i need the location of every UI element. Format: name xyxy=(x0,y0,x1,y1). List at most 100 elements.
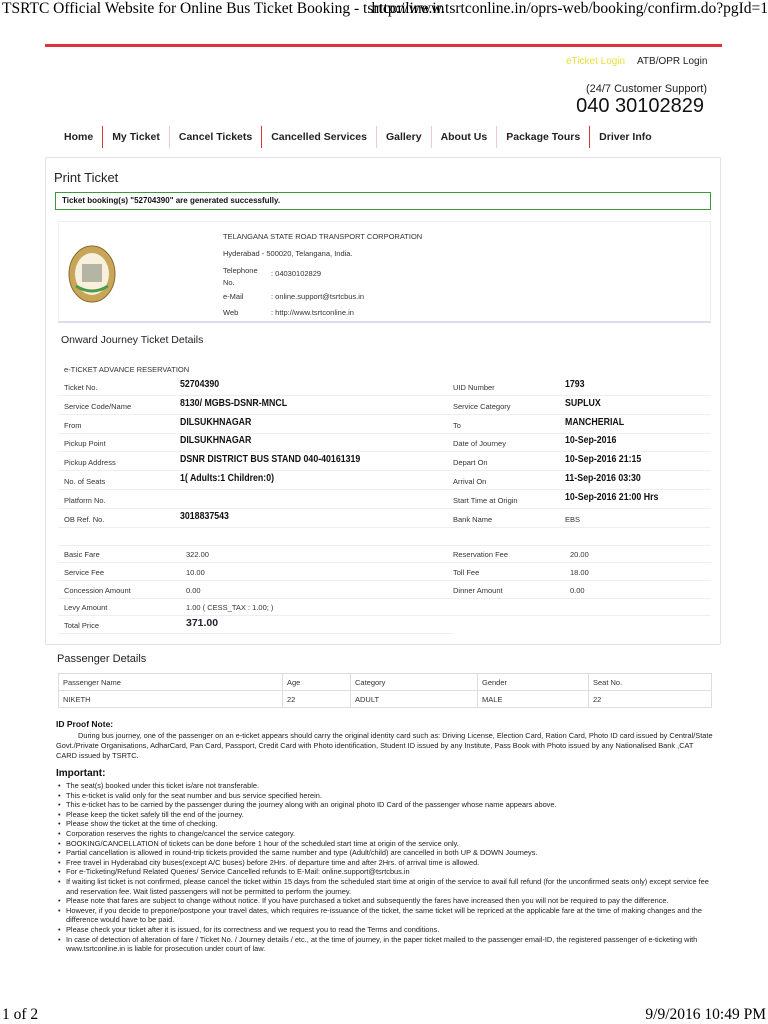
detail-value: 322.00 xyxy=(186,550,209,559)
page-title: Print Ticket xyxy=(54,170,119,185)
detail-value: 20.00 xyxy=(570,550,589,559)
journey-subtitle: e-TICKET ADVANCE RESERVATION xyxy=(64,365,190,374)
important-item: This e-ticket has to be carried by the p… xyxy=(56,800,716,810)
total-price-value: 371.00 xyxy=(186,617,219,629)
org-card: TELANGANA STATE ROAD TRANSPORT CORPORATI… xyxy=(58,221,711,323)
important-item: Please keep the ticket safely till the e… xyxy=(56,810,716,820)
detail-value: 52704390 xyxy=(180,379,220,390)
org-web-label: Web xyxy=(223,308,239,317)
detail-label: UID Number xyxy=(453,383,495,392)
detail-label: Concession Amount xyxy=(64,585,131,595)
detail-label: Dinner Amount xyxy=(453,585,503,595)
detail-row: No. of Seats 1( Adults:1 Children:0) Arriv… xyxy=(58,471,711,490)
print-header-url: http://www.tsrtconline.in/oprs-web/booki… xyxy=(371,0,768,17)
detail-value: 11-Sep-2016 03:30 xyxy=(565,473,641,484)
detail-label: Depart On xyxy=(453,458,488,468)
detail-value: DILSUKHNAGAR xyxy=(180,416,252,428)
important-item: In case of detection of alteration of fa… xyxy=(56,935,716,954)
col-gender: Gender xyxy=(477,673,589,691)
detail-value: 10-Sep-2016 21:15 xyxy=(565,454,642,466)
important-list: The seat(s) booked under this ticket is/… xyxy=(56,781,716,954)
detail-value: 18.00 xyxy=(570,567,589,577)
nav-gallery[interactable]: Gallery xyxy=(377,126,432,148)
detail-value: 3018837543 xyxy=(180,510,229,522)
atb-opr-login-link[interactable]: ATB/OPR Login xyxy=(637,56,707,67)
eticket-login-link[interactable]: eTicket Login xyxy=(566,56,625,67)
detail-label: No. of Seats xyxy=(64,477,106,486)
detail-label: Bank Name xyxy=(453,514,493,524)
nav-cancel-tickets[interactable]: Cancel Tickets xyxy=(170,126,263,148)
important-item: Please check your ticket after it is iss… xyxy=(56,925,716,935)
passenger-table: Passenger Name Age Category Gender Seat … xyxy=(58,673,712,708)
detail-label: Toll Fee xyxy=(453,567,480,577)
detail-row: Basic Fare 322.00 Reservation Fee 20.00 xyxy=(58,544,711,563)
nav-home[interactable]: Home xyxy=(55,126,104,148)
total-price-label: Total Price xyxy=(64,621,100,630)
print-datetime: 9/9/2016 10:49 PM xyxy=(645,1006,766,1023)
nav-driver-info[interactable]: Driver Info xyxy=(590,126,661,148)
cell-seat: 22 xyxy=(588,690,712,708)
important-item: Partial cancellation is allowed in round… xyxy=(56,848,716,858)
support-label: (24/7 Customer Support) xyxy=(585,83,707,95)
passenger-details-title: Passenger Details xyxy=(57,653,147,665)
detail-value: 0.00 xyxy=(186,585,201,595)
detail-row: From DILSUKHNAGAR To MANCHERIAL xyxy=(58,415,711,434)
success-message: Ticket booking(s) "52704390" are generat… xyxy=(55,192,711,210)
id-proof-text: During bus journey, one of the passenger… xyxy=(56,731,713,760)
detail-value: 1( Adults:1 Children:0) xyxy=(180,473,275,484)
detail-row: Levy Amount 1.00 ( CESS_TAX : 1.00; ) xyxy=(58,597,711,617)
org-web: : http://www.tsrtconline.in xyxy=(271,308,354,317)
col-passenger-name: Passenger Name xyxy=(58,673,283,691)
nav-cancelled-services[interactable]: Cancelled Services xyxy=(262,126,377,148)
detail-label: Levy Amount xyxy=(64,603,108,613)
detail-row: OB Ref. No. 3018837543 Bank Name EBS xyxy=(58,509,711,528)
detail-label: Platform No. xyxy=(64,495,106,505)
col-age: Age xyxy=(282,673,351,691)
detail-label: Service Fee xyxy=(64,567,105,577)
detail-row: Pickup Point DILSUKHNAGAR Date of Journey 1… xyxy=(58,433,711,453)
nav-my-ticket[interactable]: My Ticket xyxy=(103,126,170,148)
detail-label: From xyxy=(64,420,82,430)
detail-label: Basic Fare xyxy=(64,550,100,559)
important-item: If waiting list ticket is not confirmed,… xyxy=(56,877,716,896)
important-item: Free travel in Hyderabad city buses(exce… xyxy=(56,858,716,868)
detail-label: OB Ref. No. xyxy=(64,514,105,524)
detail-row: Service Fee 10.00 Toll Fee 18.00 xyxy=(58,562,711,581)
detail-value: 1793 xyxy=(565,379,585,390)
detail-label: Service Category xyxy=(453,401,511,411)
org-tel-label: Telephone No. xyxy=(223,266,258,287)
important-item: For e-Ticketing/Refund Related Queries/ … xyxy=(56,867,716,877)
total-divider xyxy=(58,633,453,634)
detail-value: EBS xyxy=(565,514,581,524)
org-email-label: e-Mail xyxy=(223,292,244,301)
org-name: TELANGANA STATE ROAD TRANSPORT CORPORATI… xyxy=(223,232,423,241)
cell-name: NIKETH xyxy=(58,690,283,708)
nav-package-tours[interactable]: Package Tours xyxy=(497,126,591,148)
important-item: Please note that fares are subject to ch… xyxy=(56,896,716,906)
detail-value: MANCHERIAL xyxy=(565,416,625,428)
id-proof-title: ID Proof Note: xyxy=(56,719,114,729)
table-header-row: Passenger Name Age Category Gender Seat … xyxy=(58,673,712,691)
detail-row: Platform No. Start Time at Origin 10-Sep-2… xyxy=(58,490,711,509)
important-item: This e-ticket is valid only for the seat… xyxy=(56,791,716,801)
page-number: 1 of 2 xyxy=(2,1006,39,1023)
detail-label: Ticket No. xyxy=(64,383,98,392)
detail-label: Reservation Fee xyxy=(453,550,509,559)
detail-label: Date of Journey xyxy=(453,439,506,449)
detail-label: To xyxy=(453,420,461,430)
cell-age: 22 xyxy=(282,690,351,708)
org-tel: : 04030102829 xyxy=(271,269,322,278)
detail-value: 10-Sep-2016 xyxy=(565,435,617,447)
detail-value: 0.00 xyxy=(570,585,585,595)
detail-label: Pickup Address xyxy=(64,458,116,468)
header-divider xyxy=(45,44,722,47)
detail-value: 10-Sep-2016 21:00 Hrs xyxy=(565,491,659,503)
detail-row: Ticket No. 52704390 UID Number 1793 xyxy=(58,377,711,396)
journey-title: Onward Journey Ticket Details xyxy=(61,334,204,346)
detail-row: Pickup Address DSNR DISTRICT BUS STAND 04… xyxy=(58,452,711,472)
nav-about-us[interactable]: About Us xyxy=(432,126,498,148)
org-address: Hyderabad - 500020, Telangana, India. xyxy=(223,249,353,258)
main-nav: Home My Ticket Cancel Tickets Cancelled … xyxy=(55,126,661,148)
important-title: Important: xyxy=(56,768,106,779)
important-item: The seat(s) booked under this ticket is/… xyxy=(56,781,716,791)
